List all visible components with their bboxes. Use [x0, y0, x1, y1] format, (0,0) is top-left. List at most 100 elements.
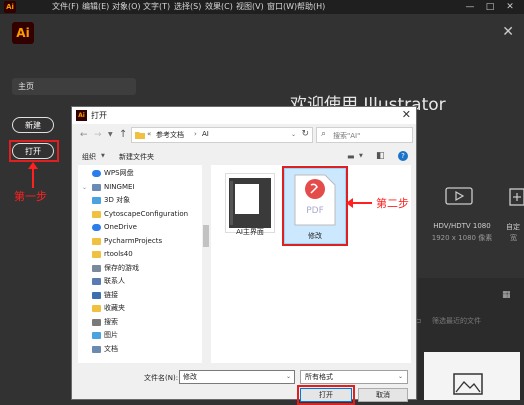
nav-item-label: 联系人 [104, 277, 125, 285]
filename-field[interactable]: 修改 ⌄ [179, 370, 295, 384]
up-arrow-icon[interactable]: ↑ [119, 129, 127, 140]
link-icon [92, 291, 101, 299]
nav-item[interactable]: 收藏夹 [78, 302, 210, 316]
dialog-close-button[interactable]: ✕ [402, 108, 411, 121]
address-segment[interactable]: 参考文档 [156, 130, 184, 140]
recent-file-thumbnail[interactable] [424, 352, 520, 400]
chevron-down-icon[interactable]: ⌄ [291, 131, 296, 138]
file-thumbnail[interactable] [225, 173, 275, 233]
nav-item[interactable]: WPS网盘 [78, 167, 210, 181]
search-icon [92, 318, 101, 326]
chevron-down-icon[interactable]: ▼ [359, 153, 363, 159]
dialog-titlebar: Ai 打开 ✕ [72, 107, 416, 124]
menu-object[interactable]: 对象(O) [112, 1, 141, 13]
menu-help[interactable]: 帮助(H) [297, 1, 325, 13]
nav-item[interactable]: PycharmProjects [78, 235, 210, 249]
game-icon [92, 264, 101, 272]
chevron-right-icon[interactable]: › [194, 130, 197, 138]
new-folder-button[interactable]: 新建文件夹 [119, 152, 154, 162]
nav-item-label: 链接 [104, 290, 118, 299]
menu-select[interactable]: 选择(S) [174, 1, 201, 13]
address-segment[interactable]: AI [202, 130, 209, 138]
minimize-button[interactable]: — [460, 0, 480, 14]
menu-view[interactable]: 视图(V) [236, 1, 264, 13]
menu-effect[interactable]: 效果(C) [205, 1, 233, 13]
filetype-value: 所有格式 [305, 373, 333, 381]
chevron-down-icon[interactable]: ⌄ [286, 373, 291, 380]
expand-chevron-icon[interactable]: ⌄ [82, 181, 87, 195]
nav-item[interactable]: CytoscapeConfiguration [78, 208, 210, 222]
cloud-icon [92, 224, 101, 231]
step1-arrow-icon [28, 162, 38, 188]
nav-item[interactable]: 搜索 [78, 316, 210, 330]
pdf-badge-text: PDF [306, 206, 324, 216]
cloud-icon [92, 170, 101, 177]
menu-type[interactable]: 文字(T) [143, 1, 170, 13]
menu-edit[interactable]: 编辑(E) [82, 1, 109, 13]
scrollbar-thumb[interactable] [203, 225, 209, 247]
user-icon [92, 183, 101, 191]
nav-item[interactable]: rtools40 [78, 248, 210, 262]
refresh-icon[interactable]: ↻ [301, 129, 309, 139]
open-button[interactable]: 打开 [12, 143, 54, 159]
step2-arrow-icon [346, 198, 372, 208]
menu-window[interactable]: 窗口(W) [267, 1, 297, 13]
search-input[interactable]: ⌕ 搜索"AI" [316, 127, 413, 143]
nav-item-label: 图片 [104, 331, 118, 339]
organize-button[interactable]: 组织 [82, 152, 96, 162]
preview-pane-icon[interactable]: ◧ [376, 151, 385, 161]
back-arrow-icon[interactable]: ← [80, 130, 88, 140]
address-bar[interactable]: « 参考文档 › AI ⌄ ↻ [131, 127, 313, 143]
nav-item[interactable]: ⌄ NINGMEI [78, 181, 210, 195]
nav-item[interactable]: 3D 对象 [78, 194, 210, 208]
nav-item-label: CytoscapeConfiguration [104, 209, 189, 218]
folder-icon [92, 251, 101, 258]
grid-view-icon[interactable]: ▦ [502, 290, 511, 300]
documents-icon [92, 345, 101, 353]
new-button[interactable]: 新建 [12, 117, 54, 133]
nav-item[interactable]: OneDrive [78, 221, 210, 235]
recent-locations-icon[interactable]: ▼ [108, 131, 113, 138]
file-name[interactable]: 修改 [285, 231, 345, 241]
view-options-icon[interactable]: ▬ [347, 152, 355, 161]
home-button[interactable]: 主页 [12, 78, 136, 95]
nav-item-label: PycharmProjects [104, 236, 163, 245]
chevron-icon[interactable]: « [147, 130, 151, 138]
home-logo: Ai [12, 22, 34, 44]
nav-item[interactable]: 联系人 [78, 275, 210, 289]
filetype-select[interactable]: 所有格式 ⌄ [300, 370, 408, 384]
forward-arrow-icon[interactable]: → [94, 130, 102, 140]
maximize-button[interactable]: □ [480, 0, 500, 14]
dialog-app-icon: Ai [76, 110, 87, 121]
menu-file[interactable]: 文件(F) [52, 1, 79, 13]
nav-item-label: WPS网盘 [104, 169, 134, 177]
chevron-down-icon[interactable]: ▼ [101, 153, 105, 159]
recent-filter-input[interactable]: 筛选最近的文件 [432, 316, 481, 326]
nav-item[interactable]: 文档 [78, 343, 210, 357]
custom-preset-icon[interactable] [508, 187, 524, 207]
app-logo: Ai [4, 1, 16, 13]
navigation-scrollbar[interactable] [202, 163, 210, 363]
chevron-down-icon[interactable]: ⌄ [398, 373, 403, 380]
pdf-icon: PDF [294, 174, 336, 226]
filename-label: 文件名(N): [144, 374, 179, 382]
star-icon [92, 305, 101, 312]
nav-item-label: 文档 [104, 344, 118, 353]
contacts-icon [92, 278, 101, 285]
file-name[interactable]: AI主界面 [221, 227, 279, 237]
image-icon [453, 373, 483, 395]
nav-item[interactable]: 链接 [78, 289, 210, 303]
window-controls: — □ ✕ [460, 0, 520, 14]
nav-item[interactable]: 保存的游戏 [78, 262, 210, 276]
hdtv-preset-icon[interactable] [445, 187, 473, 207]
preset-label[interactable]: HDV/HDTV 1080 [430, 222, 494, 230]
nav-item[interactable]: 图片 [78, 329, 210, 343]
cube-icon [92, 197, 101, 204]
preset-label[interactable]: 自定 [506, 222, 520, 232]
nav-item-label: 3D 对象 [104, 196, 131, 204]
thumbnail-canvas [235, 184, 259, 214]
ai-screenshot-thumbnail [229, 178, 271, 228]
close-window-button[interactable]: ✕ [500, 0, 520, 14]
help-icon[interactable]: ? [398, 151, 408, 161]
close-icon[interactable]: ✕ [502, 24, 514, 40]
